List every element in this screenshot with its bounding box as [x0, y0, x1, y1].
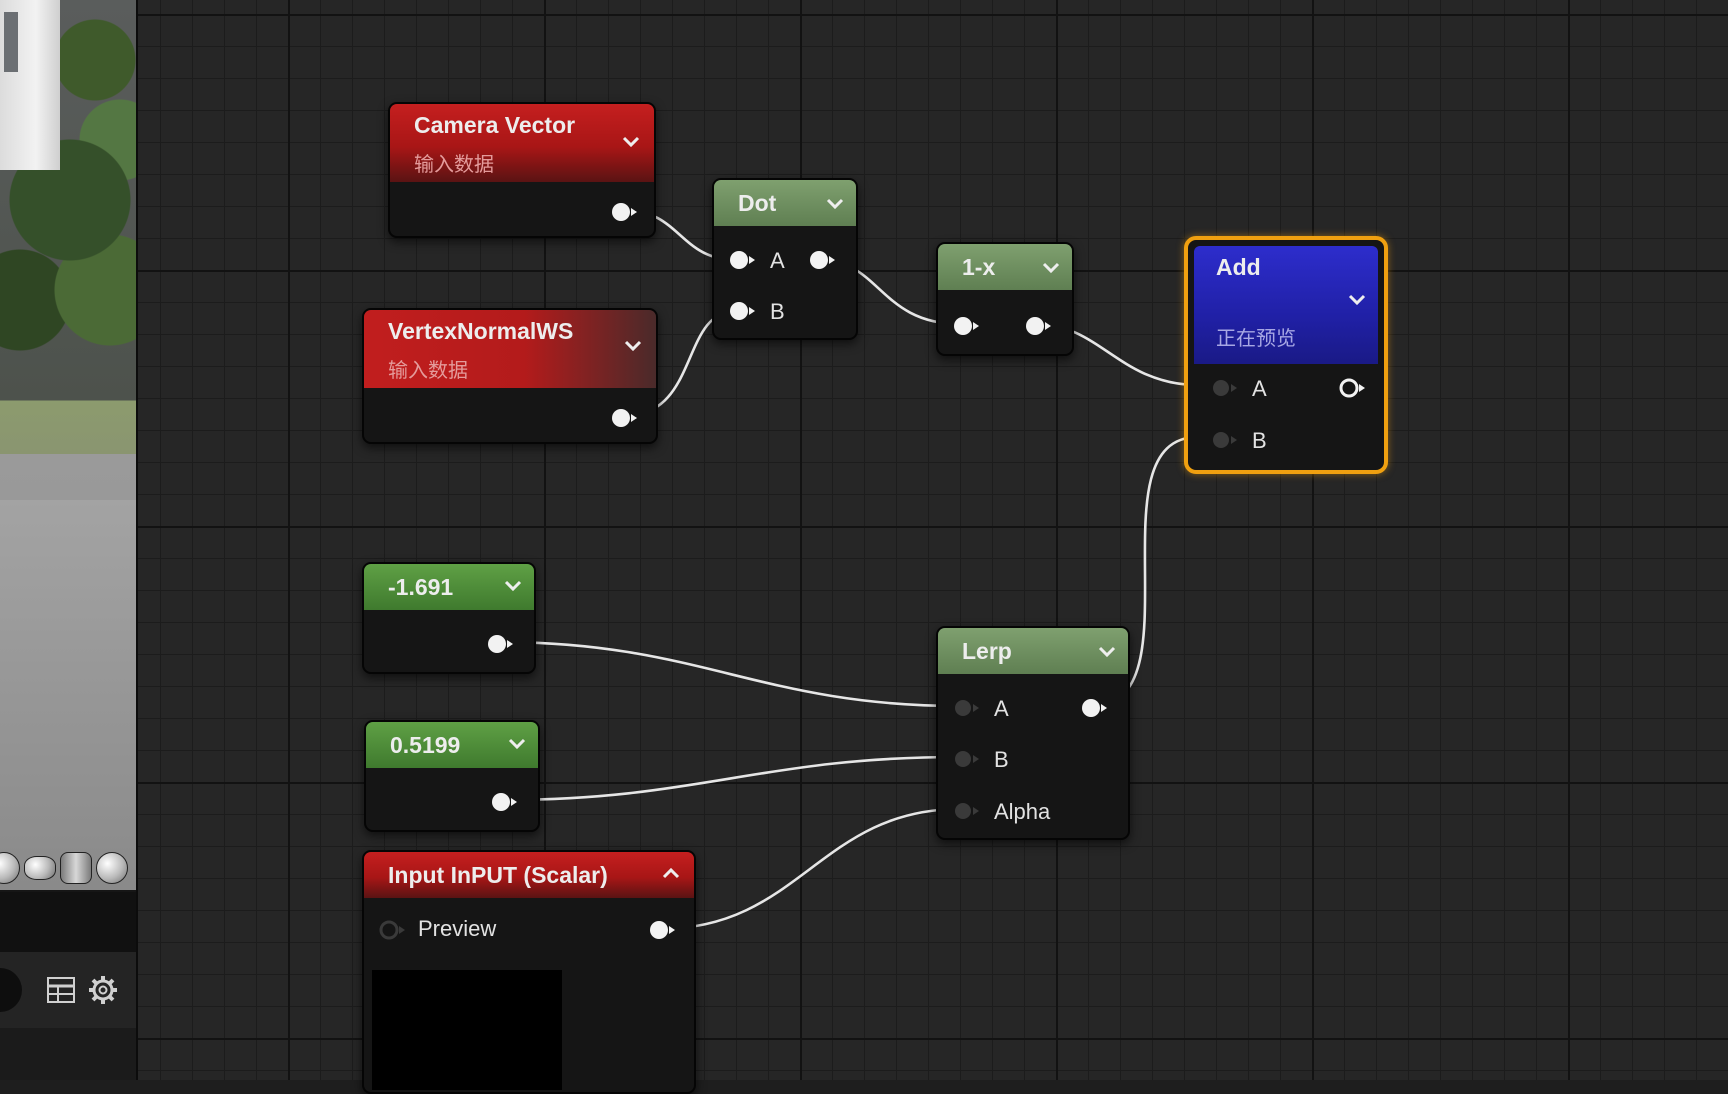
viewport-building	[0, 0, 60, 170]
pin-label-b: B	[1252, 428, 1267, 453]
search-field-edge[interactable]	[0, 968, 22, 1012]
preview-status-label: 正在预览	[1216, 328, 1296, 350]
node-title: Camera Vector	[414, 112, 576, 138]
output-pin[interactable]	[1338, 378, 1368, 398]
output-pin[interactable]	[1080, 698, 1110, 718]
chevron-down-icon[interactable]	[502, 574, 524, 596]
chevron-down-icon[interactable]	[1346, 288, 1368, 310]
output-pin[interactable]	[648, 920, 678, 940]
cube-icon[interactable]	[96, 852, 128, 884]
node-title: Add	[1216, 254, 1261, 280]
left-panel-toolbar	[0, 952, 136, 1028]
input-pin-b[interactable]	[1210, 430, 1240, 450]
chevron-down-icon[interactable]	[1096, 640, 1118, 662]
node-title: 1-x	[962, 254, 996, 280]
node-add[interactable]: Add 正在预览 A B	[1184, 236, 1388, 474]
node-title: VertexNormalWS	[388, 318, 574, 344]
viewport-ground	[0, 500, 136, 890]
input-pin-a[interactable]	[952, 698, 982, 718]
sphere-icon[interactable]	[0, 852, 20, 884]
node-vertex-normal-ws[interactable]: VertexNormalWS 输入数据	[362, 308, 658, 444]
grid-table-icon[interactable]	[46, 975, 76, 1005]
chevron-up-icon[interactable]	[660, 862, 682, 884]
pin-label-b: B	[994, 747, 1009, 772]
pin-label-a: A	[770, 248, 785, 273]
output-pin[interactable]	[486, 634, 516, 654]
node-dot[interactable]: Dot A B	[712, 178, 858, 340]
output-pin[interactable]	[808, 250, 838, 270]
node-title: Dot	[738, 190, 777, 216]
left-panel-header	[0, 892, 136, 952]
node-camera-vector[interactable]: Camera Vector 输入数据	[388, 102, 656, 238]
node-lerp[interactable]: Lerp A B Alpha	[936, 626, 1130, 840]
constant-value: -1.691	[388, 574, 454, 600]
chevron-down-icon[interactable]	[622, 334, 644, 356]
input-pin-a[interactable]	[1210, 378, 1240, 398]
input-pin[interactable]	[952, 316, 982, 336]
node-title: Lerp	[962, 638, 1012, 664]
pin-label-alpha: Alpha	[994, 799, 1051, 824]
output-pin[interactable]	[490, 792, 520, 812]
input-pin-b[interactable]	[952, 749, 982, 769]
cylinder-icon[interactable]	[60, 852, 92, 884]
plane-icon[interactable]	[24, 856, 56, 880]
node-title: Input InPUT (Scalar)	[388, 862, 608, 888]
node-input-scalar[interactable]: Input InPUT (Scalar) Preview	[362, 850, 696, 1094]
left-panel	[0, 0, 138, 1080]
input-pin-b[interactable]	[728, 301, 758, 321]
gear-icon[interactable]	[88, 975, 118, 1005]
output-pin[interactable]	[610, 202, 640, 222]
output-pin[interactable]	[610, 408, 640, 428]
preview-shape-toolbar	[0, 852, 128, 884]
constant-value: 0.5199	[390, 732, 461, 758]
pin-label-a: A	[1252, 376, 1267, 401]
pin-label-b: B	[770, 299, 785, 324]
chevron-down-icon[interactable]	[506, 732, 528, 754]
node-constant-b[interactable]: 0.5199	[364, 720, 540, 832]
preview-thumbnail	[372, 970, 562, 1090]
node-one-minus[interactable]: 1-x	[936, 242, 1074, 356]
input-pin-alpha[interactable]	[952, 801, 982, 821]
chevron-down-icon[interactable]	[620, 130, 642, 152]
chevron-down-icon[interactable]	[1040, 256, 1062, 278]
chevron-down-icon[interactable]	[824, 192, 846, 214]
preview-viewport[interactable]	[0, 0, 136, 890]
left-panel-footer	[0, 1028, 136, 1080]
node-constant-a[interactable]: -1.691	[362, 562, 536, 674]
input-pin-a[interactable]	[728, 250, 758, 270]
preview-label: Preview	[418, 916, 497, 941]
node-subtitle: 输入数据	[414, 154, 494, 176]
pin-label-a: A	[994, 696, 1009, 721]
preview-toggle-pin[interactable]	[378, 920, 408, 940]
node-subtitle: 输入数据	[388, 360, 468, 382]
output-pin[interactable]	[1024, 316, 1054, 336]
